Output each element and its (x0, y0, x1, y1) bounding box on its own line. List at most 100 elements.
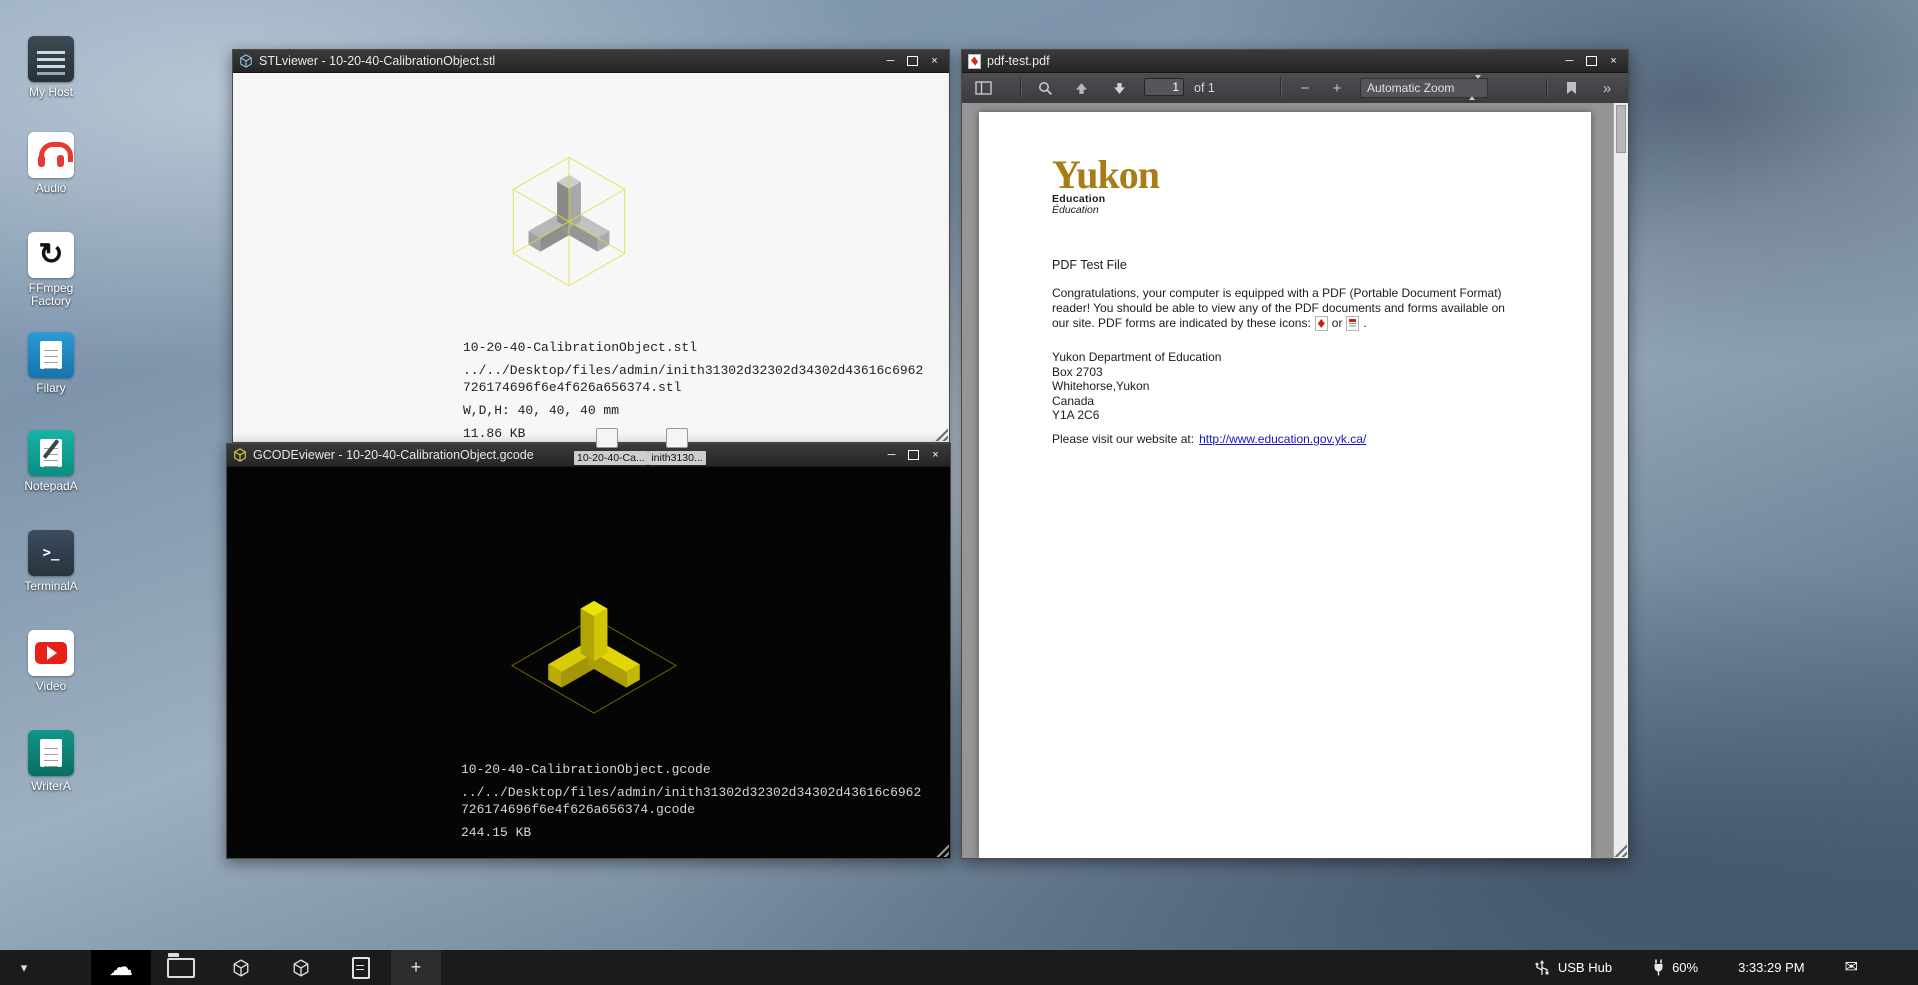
pdf-website-line: Please visit our website at: http://www.e… (1052, 432, 1366, 446)
usb-label: USB Hub (1558, 960, 1612, 975)
search-icon (1038, 81, 1053, 96)
find-button[interactable] (1032, 75, 1058, 101)
writer-icon (28, 730, 74, 776)
desktop-file[interactable]: 10-20-40-Ca... (574, 428, 640, 466)
pdf-doc-paragraph: Congratulations, your computer is equipp… (1052, 286, 1530, 331)
next-page-button[interactable] (1106, 75, 1132, 101)
pdf-titlebar[interactable]: pdf-test.pdf ─ × (962, 50, 1628, 73)
address-line: Yukon Department of Education (1052, 350, 1221, 365)
desktop-icon-notepada[interactable]: NotepadA (18, 430, 84, 493)
select-arrows-icon (1469, 79, 1481, 97)
refresh-arrows-icon: ↻ (28, 232, 74, 278)
pdf-scrollbar[interactable] (1613, 103, 1628, 858)
stl-3d-viewport[interactable]: 10-20-40-CalibrationObject.stl ../../Des… (233, 73, 949, 442)
arrow-down-icon (1113, 82, 1126, 95)
paragraph-line: Congratulations, your computer is equipp… (1052, 286, 1530, 301)
headphones-icon (28, 132, 74, 178)
taskbar-gcodeviewer-button[interactable] (271, 950, 331, 985)
cloud-icon: ☁ (109, 956, 133, 980)
website-link[interactable]: http://www.education.gov.yk.ca/ (1199, 432, 1366, 446)
toggle-sidebar-button[interactable] (970, 75, 996, 101)
pdf-app-icon (968, 54, 981, 69)
toolbar-expand-button[interactable]: » (1594, 75, 1620, 101)
close-button[interactable]: × (926, 54, 943, 69)
window-title: pdf-test.pdf (987, 54, 1555, 68)
pdf-address-block: Yukon Department of Education Box 2703 W… (1052, 350, 1221, 423)
resize-grip[interactable] (932, 840, 949, 857)
window-title: STLviewer - 10-20-40-CalibrationObject.s… (259, 54, 876, 68)
pdf-form-icon (1346, 316, 1359, 331)
stl-file-path: ../../Desktop/files/admin/inith31302d323… (463, 362, 925, 396)
taskbar: ▾ ☁ + USB Hub (0, 950, 1918, 985)
desktop-icon-filary[interactable]: Filary (18, 332, 84, 395)
yukon-logo-sub2: Éducation (1052, 205, 1159, 216)
resize-grip[interactable] (931, 424, 948, 441)
window-title: GCODEviewer - 10-20-40-CalibrationObject… (253, 448, 877, 462)
desktop-icon-audio[interactable]: Audio (18, 132, 84, 195)
desktop-file[interactable]: inith3130... (644, 428, 710, 466)
battery-tray-item[interactable]: 60% (1652, 959, 1698, 976)
minimize-button[interactable]: ─ (882, 54, 899, 69)
taskbar-stlviewer-button[interactable] (211, 950, 271, 985)
taskbar-menu-button[interactable]: ▾ (0, 950, 48, 985)
usb-tray-item[interactable]: USB Hub (1533, 959, 1612, 976)
pdf-content-area: Yukon Education Éducation PDF Test File … (962, 103, 1628, 858)
taskbar-pdf-button[interactable] (331, 950, 391, 985)
page-number-input[interactable] (1144, 78, 1184, 96)
maximize-button[interactable] (904, 54, 921, 69)
maximize-icon (1586, 56, 1597, 66)
zoom-out-button[interactable]: − (1292, 75, 1318, 101)
zoom-in-button[interactable]: + (1324, 75, 1350, 101)
arrow-up-icon (1075, 82, 1088, 95)
clock[interactable]: 3:33:29 PM (1738, 960, 1805, 975)
desktop-icon-ffmpeg-factory[interactable]: ↻ FFmpeg Factory (18, 232, 84, 308)
desktop-icon-terminala[interactable]: >_ TerminalA (18, 530, 84, 593)
battery-label: 60% (1672, 960, 1698, 975)
desktop-icon-label: TerminalA (18, 580, 84, 593)
bookmark-button[interactable] (1558, 75, 1584, 101)
scrollbar-thumb[interactable] (1616, 105, 1626, 153)
gcode-file-size: 244.15 KB (461, 824, 923, 841)
gcode-toolpath-model (548, 601, 640, 688)
close-button[interactable]: × (927, 448, 944, 463)
previous-page-button[interactable] (1068, 75, 1094, 101)
file-icon (666, 428, 688, 448)
maximize-button[interactable] (1583, 54, 1600, 69)
desktop-file-label: 10-20-40-Ca... (574, 451, 648, 465)
zoom-select[interactable]: Automatic Zoom (1360, 78, 1488, 98)
desktop-icon-video[interactable]: Video (18, 630, 84, 693)
minimize-button[interactable]: ─ (883, 448, 900, 463)
taskbar-new-button[interactable]: + (391, 950, 441, 985)
close-button[interactable]: × (1605, 54, 1622, 69)
desktop-icon-writera[interactable]: WriterA (18, 730, 84, 793)
envelope-icon: ✉ (1845, 960, 1858, 976)
folder-icon (167, 958, 195, 978)
website-label: Please visit our website at: (1052, 432, 1194, 446)
desktop-icon-label: Video (18, 680, 84, 693)
taskbar-folder-button[interactable] (151, 950, 211, 985)
taskbar-cloud-button[interactable]: ☁ (91, 950, 151, 985)
maximize-icon (908, 450, 919, 460)
clock-label: 3:33:29 PM (1738, 960, 1805, 975)
gcode-file-name: 10-20-40-CalibrationObject.gcode (461, 761, 923, 778)
stl-file-name: 10-20-40-CalibrationObject.stl (463, 339, 925, 356)
maximize-icon (907, 56, 918, 66)
maximize-button[interactable] (905, 448, 922, 463)
bounding-box-wireframe (513, 157, 624, 285)
desktop-icon-my-host[interactable]: My Host (18, 36, 84, 99)
cube-icon (232, 959, 250, 977)
pdf-window: pdf-test.pdf ─ × of 1 − (961, 49, 1629, 859)
page-count-label: of 1 (1194, 73, 1215, 103)
yukon-logo-text: Yukon (1052, 156, 1159, 194)
address-line: Y1A 2C6 (1052, 408, 1221, 423)
minimize-button[interactable]: ─ (1561, 54, 1578, 69)
stl-dimensions: W,D,H: 40, 40, 40 mm (463, 402, 925, 419)
gcode-3d-viewport[interactable]: 10-20-40-CalibrationObject.gcode ../../D… (227, 467, 950, 858)
computer-icon (28, 36, 74, 82)
stlviewer-titlebar[interactable]: STLviewer - 10-20-40-CalibrationObject.s… (233, 50, 949, 73)
mail-tray-item[interactable]: ✉ (1845, 960, 1858, 976)
file-manager-icon (28, 332, 74, 378)
gcode-file-info: 10-20-40-CalibrationObject.gcode ../../D… (461, 761, 923, 841)
yukon-logo: Yukon Education Éducation (1052, 156, 1159, 216)
stl-file-info: 10-20-40-CalibrationObject.stl ../../Des… (463, 339, 925, 442)
